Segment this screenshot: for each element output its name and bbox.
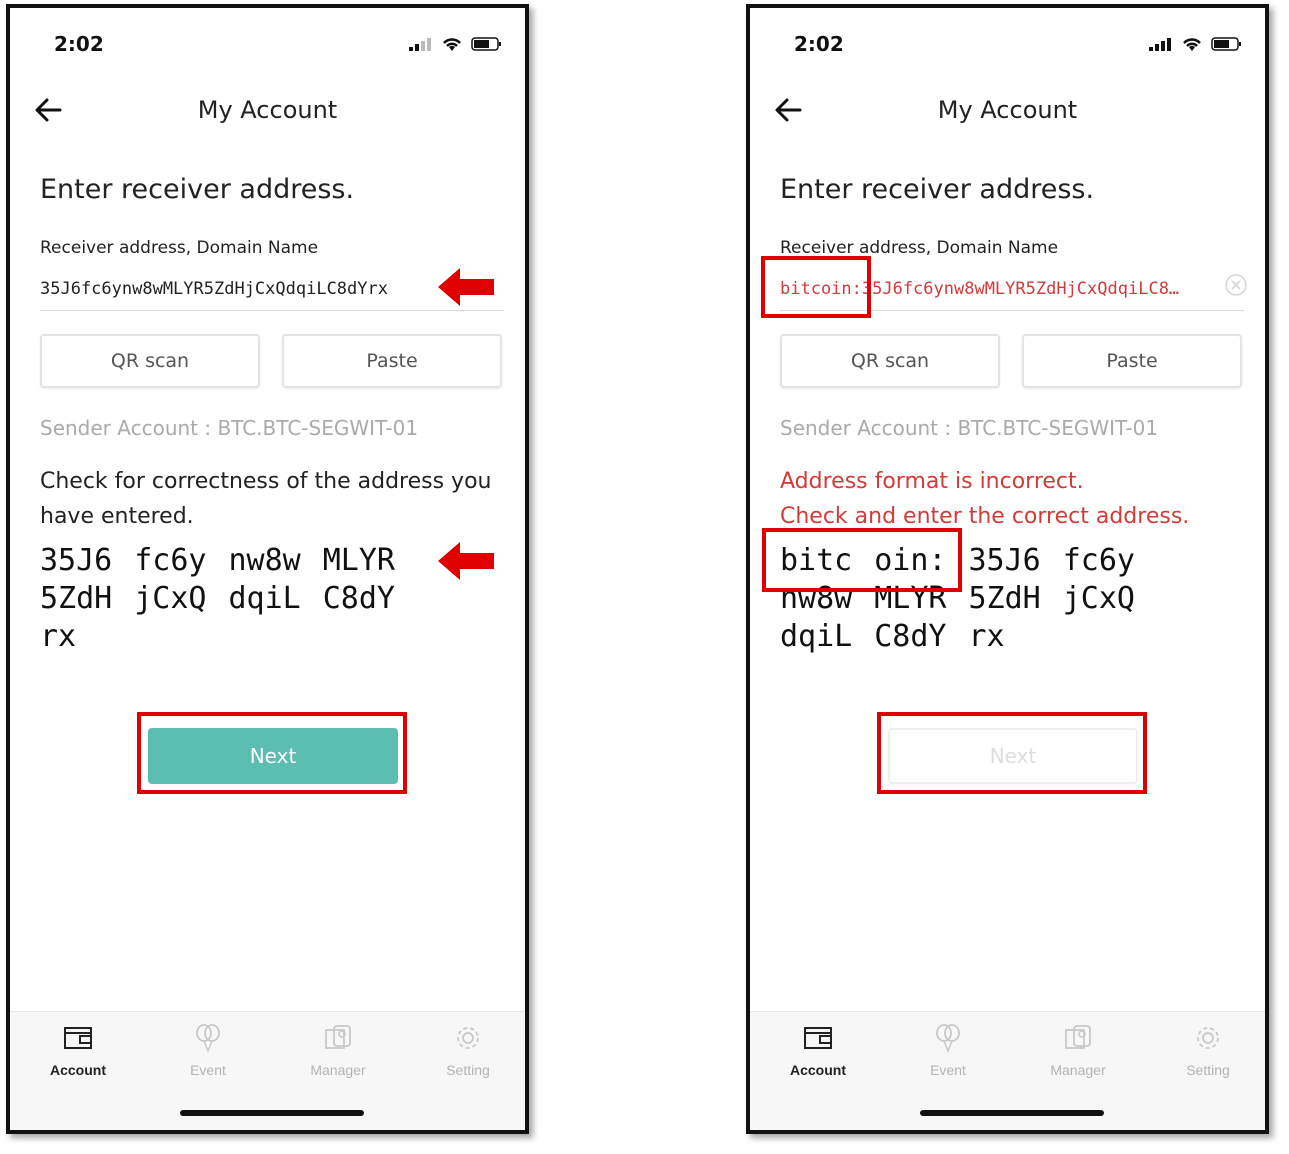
paste-button[interactable]: Paste: [282, 334, 502, 388]
address-chunk: fc6y: [134, 543, 207, 578]
address-input[interactable]: 35J6fc6ynw8wMLYR5ZdHjCxQdqiLC8dYrx: [40, 268, 504, 311]
next-button-disabled[interactable]: Next: [888, 728, 1138, 784]
signal-icon: [409, 38, 431, 51]
address-chunks: bitc oin: 35J6 fc6y nw8w MLYR 5ZdH jCxQ dqiL C8dY…: [780, 542, 1220, 656]
tab-account[interactable]: Account: [28, 1022, 128, 1078]
id-badge-icon: [1065, 1025, 1091, 1049]
home-indicator: [920, 1110, 1104, 1116]
pointer-arrow-icon: [438, 542, 494, 580]
address-chunk: jCxQ: [1062, 581, 1135, 616]
wallet-icon: [64, 1027, 92, 1049]
error-message-line1: Address format is incorrect.: [780, 469, 1084, 494]
tab-event[interactable]: Event: [158, 1022, 258, 1078]
status-time: 2:02: [54, 32, 104, 56]
address-chunk: oin:: [874, 543, 947, 578]
qr-scan-button[interactable]: QR scan: [780, 334, 1000, 388]
tab-bar: Account Event Manager Setting: [10, 1011, 525, 1130]
address-chunk: jCxQ: [134, 581, 207, 616]
home-indicator: [180, 1110, 364, 1116]
address-chunk: 5ZdH: [968, 581, 1041, 616]
check-message: Check for correctness of the address you…: [40, 464, 500, 534]
address-input[interactable]: bitcoin:35J6fc6ynw8wMLYR5ZdHjCxQdqiLC8…: [780, 268, 1244, 311]
tab-label: Setting: [446, 1062, 490, 1078]
address-chunk: bitc: [780, 543, 853, 578]
address-chunk: C8dY: [874, 619, 947, 654]
tab-manager[interactable]: Manager: [1028, 1022, 1128, 1078]
address-field-label: Receiver address, Domain Name: [780, 238, 1059, 258]
signal-icon: [1149, 38, 1171, 51]
tab-manager[interactable]: Manager: [288, 1022, 388, 1078]
tab-label: Account: [50, 1062, 106, 1078]
tab-event[interactable]: Event: [898, 1022, 998, 1078]
tab-label: Event: [190, 1062, 226, 1078]
wifi-icon: [443, 38, 461, 51]
tab-label: Manager: [1050, 1062, 1106, 1078]
tab-bar: Account Event Manager Setting: [750, 1011, 1265, 1130]
page-title: My Account: [197, 96, 338, 124]
address-chunk: MLYR: [874, 581, 947, 616]
check-message-line1: Check for correctness of the address you: [40, 469, 492, 494]
address-chunk: C8dY: [322, 581, 395, 616]
pointer-arrow-icon: [438, 268, 494, 306]
tab-label: Account: [790, 1062, 846, 1078]
gear-icon: [1197, 1027, 1219, 1049]
tab-setting[interactable]: Setting: [418, 1022, 518, 1078]
id-badge-icon: [325, 1025, 351, 1049]
address-chunk: dqiL: [228, 581, 301, 616]
clear-circle-icon[interactable]: [1225, 274, 1247, 296]
address-chunks: 35J6 fc6y nw8w MLYR 5ZdH jCxQ dqiL C8dY rx: [40, 542, 480, 656]
tab-label: Setting: [1186, 1062, 1230, 1078]
tab-label: Manager: [310, 1062, 366, 1078]
battery-icon: [1211, 37, 1241, 51]
qr-scan-button[interactable]: QR scan: [40, 334, 260, 388]
next-button[interactable]: Next: [148, 728, 398, 784]
address-chunk: 35J6: [40, 543, 113, 578]
address-chunk: nw8w: [228, 543, 301, 578]
sender-account: Sender Account : BTC.BTC-SEGWIT-01: [40, 416, 419, 440]
address-chunk: 35J6: [968, 543, 1041, 578]
heading: Enter receiver address.: [780, 174, 1095, 205]
page-title: My Account: [937, 96, 1078, 124]
check-message-line2: have entered.: [40, 504, 194, 529]
battery-icon: [471, 37, 501, 51]
balloons-icon: [936, 1024, 960, 1054]
heading: Enter receiver address.: [40, 174, 355, 205]
wifi-icon: [1183, 38, 1201, 51]
error-message-line2: Check and enter the correct address.: [780, 504, 1190, 529]
address-chunk: 5ZdH: [40, 581, 113, 616]
sender-account: Sender Account : BTC.BTC-SEGWIT-01: [780, 416, 1159, 440]
status-icons: [1149, 36, 1243, 52]
paste-button[interactable]: Paste: [1022, 334, 1242, 388]
address-chunk: dqiL: [780, 619, 853, 654]
status-time: 2:02: [794, 32, 844, 56]
tab-account[interactable]: Account: [768, 1022, 868, 1078]
address-chunk: nw8w: [780, 581, 853, 616]
error-message: Address format is incorrect. Check and e…: [780, 464, 1240, 534]
status-icons: [409, 36, 503, 52]
tab-label: Event: [930, 1062, 966, 1078]
phone-screen-valid: 2:02 My Account Enter receiver address. …: [6, 4, 529, 1134]
address-chunk: fc6y: [1062, 543, 1135, 578]
gear-icon: [457, 1027, 479, 1049]
wallet-icon: [804, 1027, 832, 1049]
address-chunk: MLYR: [322, 543, 395, 578]
address-chunk: rx: [40, 619, 77, 654]
address-field-label: Receiver address, Domain Name: [40, 238, 319, 258]
tab-setting[interactable]: Setting: [1158, 1022, 1258, 1078]
address-chunk: rx: [968, 619, 1005, 654]
phone-screen-error: 2:02 My Account Enter receiver address. …: [746, 4, 1269, 1134]
balloons-icon: [196, 1024, 220, 1054]
